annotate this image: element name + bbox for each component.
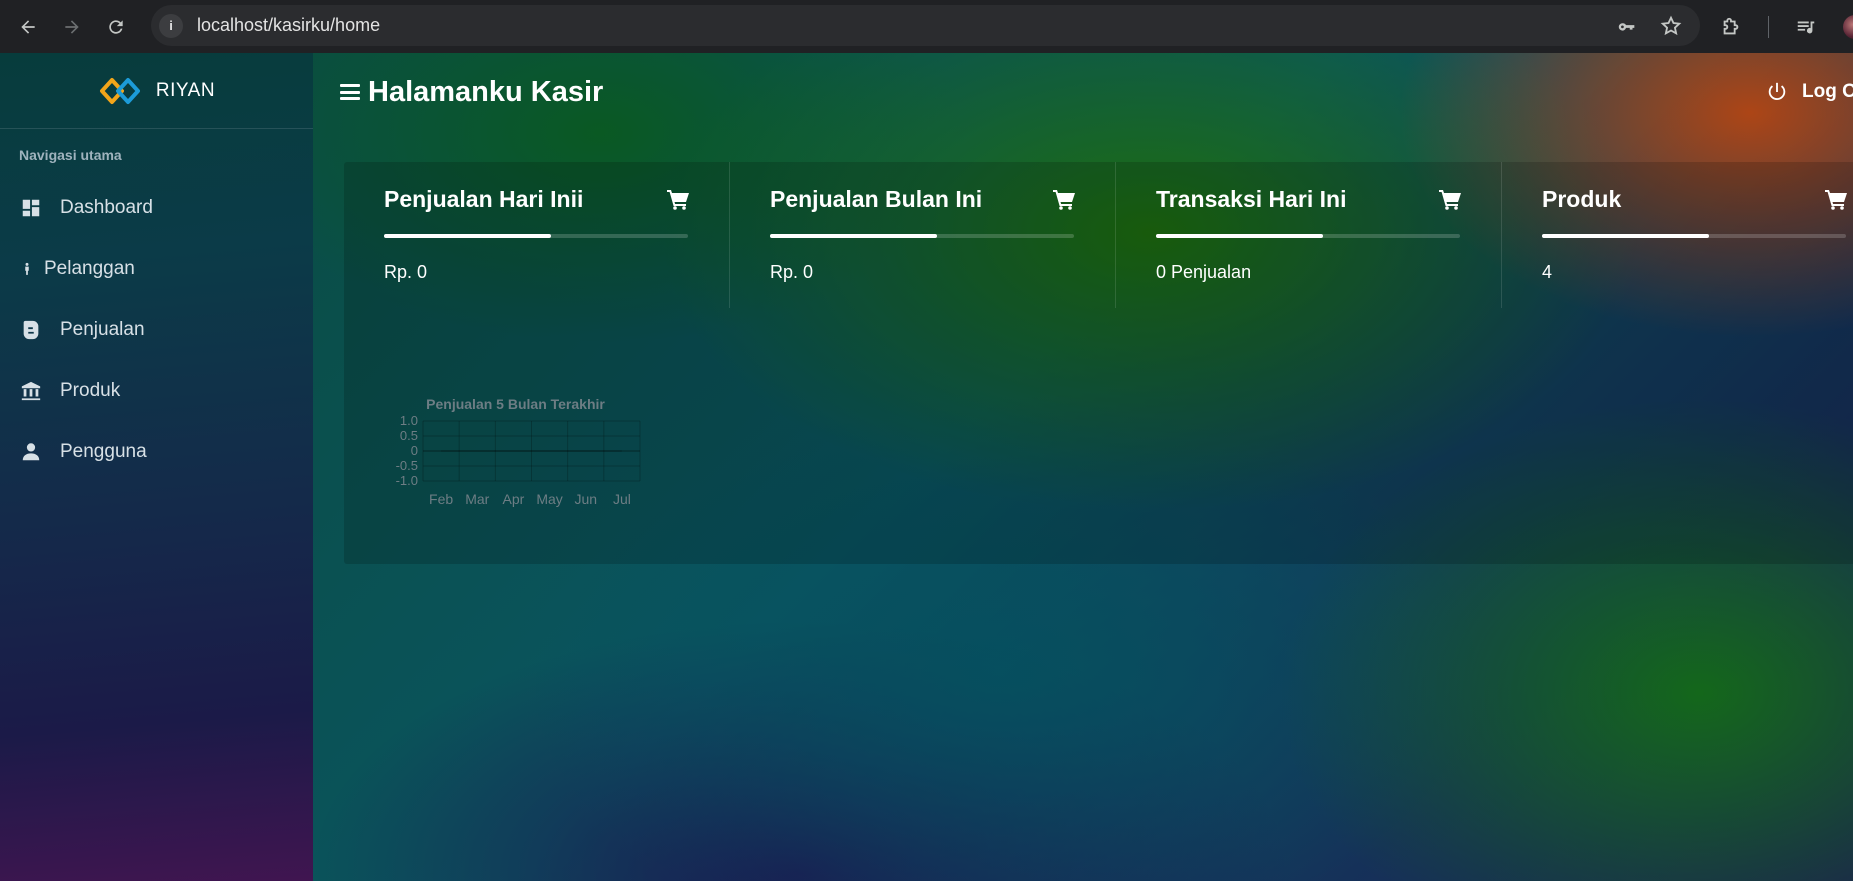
arrow-right-icon	[65, 19, 79, 34]
chart-title: Penjualan 5 Bulan Terakhir	[426, 397, 605, 412]
sidebar-item-penjualan[interactable]: Penjualan	[0, 299, 313, 360]
user-icon	[22, 442, 40, 460]
sidebar-item-label: Pelanggan	[44, 257, 135, 279]
topbar: Halamanku Kasir Log Out	[313, 53, 1853, 131]
person-icon	[25, 262, 29, 275]
x-tick-label: Jun	[574, 491, 597, 507]
sidebar-item-label: Produk	[60, 379, 121, 401]
address-bar[interactable]: i localhost/kasirku/home	[151, 5, 1700, 46]
stat-card-products: Produk 4	[1502, 162, 1853, 308]
y-tick-label: 0	[411, 443, 418, 458]
stat-title: Penjualan Bulan Ini	[770, 186, 983, 212]
toolbar-separator	[1768, 15, 1769, 38]
cart-icon	[1053, 190, 1075, 210]
brand[interactable]: RIYAN	[0, 53, 313, 129]
sidebar: RIYAN Navigasi utama Dashboard Pelanggan…	[0, 53, 313, 881]
nav-caption: Navigasi utama	[19, 147, 122, 163]
brand-name: RIYAN	[155, 79, 216, 101]
stat-card-sales-today: Penjualan Hari Inii Rp. 0	[344, 162, 730, 308]
progress-bar	[1542, 234, 1846, 238]
logout-button[interactable]: Log Out	[1766, 53, 1853, 131]
browser-toolbar: i localhost/kasirku/home	[0, 0, 1853, 53]
stat-card-transactions-today: Transaksi Hari Ini 0 Penjualan	[1116, 162, 1502, 308]
page-title: Halamanku Kasir	[368, 75, 604, 108]
x-tick-label: Mar	[465, 491, 489, 507]
y-tick-label: 1.0	[400, 413, 418, 428]
stat-value: Rp. 0	[384, 262, 428, 282]
app-container: RIYAN Navigasi utama Dashboard Pelanggan…	[0, 53, 1853, 881]
y-tick-label: -1.0	[396, 473, 418, 488]
site-info-icon[interactable]: i	[159, 13, 183, 38]
cart-icon	[1439, 190, 1461, 210]
logo-icon	[99, 77, 140, 104]
sales-chart: Penjualan 5 Bulan Terakhir 1.00.50-0.5-1.…	[396, 397, 641, 507]
sidebar-item-label: Penjualan	[60, 318, 145, 340]
y-tick-label: 0.5	[400, 428, 418, 443]
profile-avatar[interactable]	[1843, 14, 1853, 39]
logout-label: Log Out	[1802, 81, 1853, 102]
sidebar-menu: Dashboard Pelanggan Penjualan Produk Pen…	[0, 177, 313, 482]
extensions-icon[interactable]	[1720, 16, 1742, 38]
power-icon	[1768, 82, 1786, 100]
x-tick-label: Apr	[503, 491, 525, 507]
stat-title: Transaksi Hari Ini	[1156, 186, 1347, 212]
sidebar-item-produk[interactable]: Produk	[0, 360, 313, 421]
x-tick-label: May	[536, 491, 562, 507]
stat-card-sales-month: Penjualan Bulan Ini Rp. 0	[730, 162, 1116, 308]
stat-value: 4	[1542, 262, 1553, 282]
stat-title: Produk	[1542, 186, 1622, 212]
cart-icon	[667, 190, 689, 210]
forward-button[interactable]	[50, 5, 94, 49]
back-button[interactable]	[6, 5, 50, 49]
blog-icon	[23, 320, 39, 339]
x-tick-label: Jul	[613, 491, 631, 507]
y-tick-label: -0.5	[396, 458, 418, 473]
stat-value: Rp. 0	[770, 262, 814, 282]
bank-icon	[21, 381, 41, 400]
stat-value: 0 Penjualan	[1156, 262, 1252, 282]
cart-icon	[1825, 190, 1847, 210]
media-queue-icon[interactable]	[1795, 16, 1817, 38]
sidebar-item-label: Pengguna	[60, 440, 147, 462]
sidebar-item-pengguna[interactable]: Pengguna	[0, 421, 313, 482]
x-tick-label: Feb	[429, 491, 453, 507]
url-text[interactable]: localhost/kasirku/home	[197, 15, 380, 36]
sidebar-item-pelanggan[interactable]: Pelanggan	[0, 238, 313, 299]
menu-toggle-icon[interactable]	[340, 84, 360, 100]
reload-icon	[109, 19, 123, 34]
stat-title: Penjualan Hari Inii	[384, 186, 584, 212]
dashboard-panel: Penjualan Hari Inii Rp. 0 Penjualan Bula…	[344, 162, 1853, 564]
bookmark-star-icon[interactable]	[1660, 15, 1682, 37]
reload-button[interactable]	[94, 5, 138, 49]
progress-bar	[384, 234, 688, 238]
progress-bar	[1156, 234, 1460, 238]
sidebar-item-dashboard[interactable]: Dashboard	[0, 177, 313, 238]
sidebar-item-label: Dashboard	[60, 196, 153, 218]
key-icon[interactable]	[1616, 15, 1638, 37]
arrow-left-icon	[21, 19, 35, 34]
dashboard-icon	[22, 199, 40, 216]
progress-bar	[770, 234, 1074, 238]
